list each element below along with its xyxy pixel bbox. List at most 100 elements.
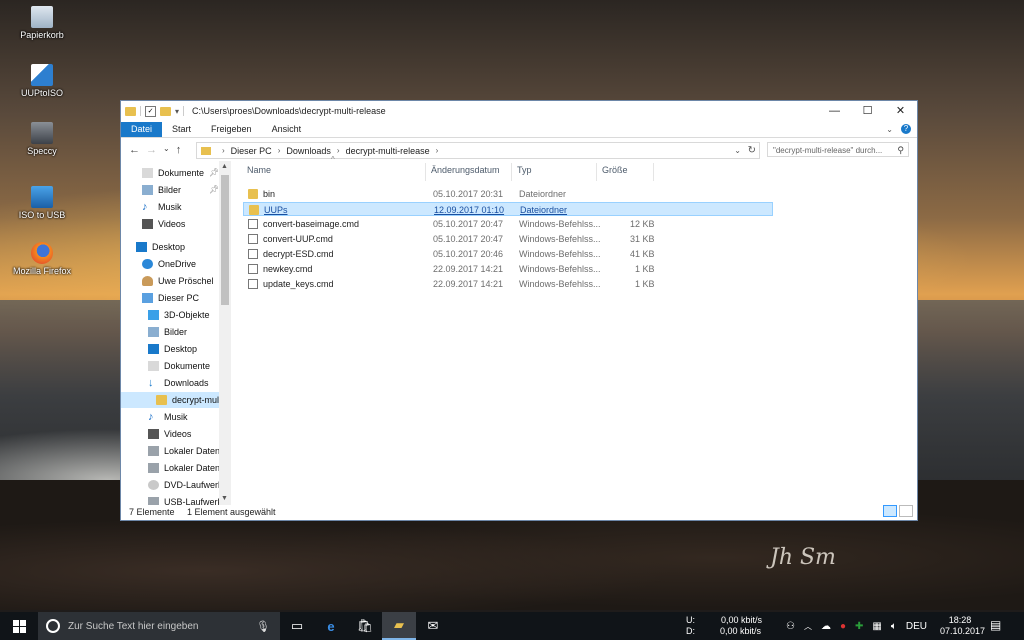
file-row-convert-baseimage[interactable]: convert-baseimage.cmd 05.10.2017 20:47 W… [243,217,773,231]
scroll-down-icon[interactable]: ▼ [221,495,228,502]
recent-locations-icon[interactable]: ⌄ [163,144,170,156]
minimize-button[interactable]: — [818,101,851,121]
start-button[interactable] [0,612,38,640]
tree-item-videos[interactable]: Videos [142,216,185,232]
tree-item-musik-pc[interactable]: ♪ Musik [148,409,188,425]
search-input[interactable]: "decrypt-multi-release" durch... ⚲ [767,142,909,157]
scrollbar-thumb[interactable] [221,175,229,305]
scroll-up-icon[interactable]: ▲ [221,163,228,170]
customize-toolbar-icon[interactable]: ▾ [175,107,179,116]
tab-ansicht[interactable]: Ansicht [262,122,312,137]
file-explorer-icon[interactable]: ▰ [382,612,416,640]
details-view-icon[interactable] [883,505,897,517]
pin-icon[interactable]: 📌︎ [209,168,219,177]
file-name: decrypt-ESD.cmd [263,249,334,259]
help-icon[interactable]: ? [901,124,911,134]
chevron-down-icon[interactable]: ⌄ [734,146,741,155]
file-row-newkey[interactable]: newkey.cmd 22.09.2017 14:21 Windows-Befe… [243,262,773,276]
column-divider[interactable] [596,163,597,181]
file-row-convert-uup[interactable]: convert-UUP.cmd 05.10.2017 20:47 Windows… [243,232,773,246]
title-bar[interactable]: ✓ ▾ C:\Users\proes\Downloads\decrypt-mul… [121,101,917,121]
network-icon[interactable]: ▦ [872,621,881,632]
back-arrow-icon[interactable]: ← [129,144,140,156]
expand-ribbon-icon[interactable]: ⌄ [886,125,893,134]
chevron-right-icon[interactable]: › [337,146,340,155]
tree-item-onedrive[interactable]: OneDrive [142,256,196,272]
tab-freigeben[interactable]: Freigeben [201,122,262,137]
tree-item-3d-objekte[interactable]: 3D-Objekte [148,307,210,323]
file-row-uups[interactable]: UUPs 12.09.2017 01:10 Dateiordner [243,202,773,216]
ribbon-tabs: Datei Start Freigeben Ansicht ⌄ ? [121,121,917,138]
breadcrumb-downloads[interactable]: Downloads [286,146,331,156]
column-divider[interactable] [511,163,512,181]
tree-item-bilder[interactable]: Bilder [142,182,181,198]
file-row-update-keys[interactable]: update_keys.cmd 22.09.2017 14:21 Windows… [243,277,773,291]
edge-browser-icon[interactable]: e [314,612,348,640]
column-header-type[interactable]: Typ [517,165,532,175]
column-divider[interactable] [653,163,654,181]
cloud-icon[interactable]: ☁︎ [821,621,831,632]
store-icon[interactable]: 🛍︎ [348,612,382,640]
tree-item-desktop[interactable]: Desktop [136,239,185,255]
column-header-size[interactable]: Größe [602,165,628,175]
tree-item-dokumente-pc[interactable]: Dokumente [148,358,210,374]
action-center-icon[interactable]: ▤ [990,618,1001,632]
tree-item-dvd-laufwerk[interactable]: DVD-Laufwerk [148,477,223,493]
file-list: ^ Name Änderungsdatum Typ Größe bin 05.1… [241,155,917,505]
new-folder-icon[interactable] [160,106,171,116]
tree-item-downloads[interactable]: ↓ Downloads [148,375,209,391]
file-date: 22.09.2017 14:21 [433,264,504,274]
pin-icon[interactable]: 📌︎ [209,185,219,194]
microphone-icon[interactable]: 🎙︎ [256,620,270,633]
chevron-right-icon[interactable]: › [278,146,281,155]
breadcrumb-decrypt-multi-release[interactable]: decrypt-multi-release [346,146,430,156]
tree-item-lokaler-datentraeger-2[interactable]: Lokaler Datentr [148,460,226,476]
folder-icon [201,146,211,155]
tree-item-bilder-pc[interactable]: Bilder [148,324,187,340]
tree-item-dokumente[interactable]: Dokumente [142,165,204,181]
tree-item-dieser-pc[interactable]: Dieser PC [142,290,199,306]
clock[interactable]: 18:28 07.10.2017 [940,615,985,637]
desktop-icon-iso-to-usb[interactable]: ISO to USB [0,186,84,220]
tab-datei[interactable]: Datei [121,122,163,137]
security-icon[interactable]: ✚ [855,621,863,632]
mail-icon[interactable]: ✉︎ [416,612,450,640]
desktop-icon-firefox[interactable]: Mozilla Firefox [0,242,84,276]
tree-item-videos-pc[interactable]: Videos [148,426,191,442]
tab-start[interactable]: Start [162,122,201,137]
tree-item-musik[interactable]: ♪ Musik [142,199,182,215]
column-header-name[interactable]: Name [247,165,271,175]
chevron-right-icon[interactable]: › [436,146,439,155]
forward-arrow-icon[interactable]: → [146,144,157,156]
volume-icon[interactable]: 🔈︎ [891,621,897,632]
breadcrumb[interactable]: › Dieser PC › Downloads › decrypt-multi-… [196,142,760,159]
tree-item-lokaler-datentraeger-1[interactable]: Lokaler Datentr [148,443,226,459]
close-button[interactable]: ✕ [884,101,917,121]
large-icons-view-icon[interactable] [899,505,913,517]
maximize-button[interactable]: ☐ [851,101,884,121]
refresh-icon[interactable]: ↻ [748,145,756,156]
desktop-icon-papierkorb[interactable]: Papierkorb [0,6,84,40]
status-bar: 7 Elemente 1 Element ausgewählt [121,504,917,520]
people-icon[interactable]: ⚇ [786,621,795,632]
desktop-icon-speccy[interactable]: Speccy [0,122,84,156]
nav-pane-scrollbar[interactable]: ▲ ▼ [219,161,231,505]
tree-item-user[interactable]: Uwe Pröschel [142,273,214,289]
column-header-date[interactable]: Änderungsdatum [431,165,500,175]
antivirus-icon[interactable]: ● [840,621,846,632]
breadcrumb-dieser-pc[interactable]: Dieser PC [231,146,272,156]
desktop-icon-uuptoiso[interactable]: UUPtoISO [0,64,84,98]
language-indicator[interactable]: DEU [906,621,927,632]
task-view-icon[interactable]: ▭ [280,612,314,640]
show-hidden-icons[interactable]: ︿ [804,621,812,632]
properties-icon[interactable]: ✓ [145,105,156,117]
up-arrow-icon[interactable]: ↑ [176,144,182,156]
file-row-bin[interactable]: bin 05.10.2017 20:31 Dateiordner [243,187,773,201]
column-divider[interactable] [425,163,426,181]
uuptoiso-icon [31,64,53,86]
tree-item-decrypt-multi-release[interactable]: decrypt-mult [121,392,222,408]
chevron-right-icon[interactable]: › [222,146,225,155]
taskbar-search-input[interactable]: Zur Suche Text hier eingeben 🎙︎ [38,612,280,640]
tree-item-desktop-pc[interactable]: Desktop [148,341,197,357]
file-row-decrypt-esd[interactable]: decrypt-ESD.cmd 05.10.2017 20:46 Windows… [243,247,773,261]
